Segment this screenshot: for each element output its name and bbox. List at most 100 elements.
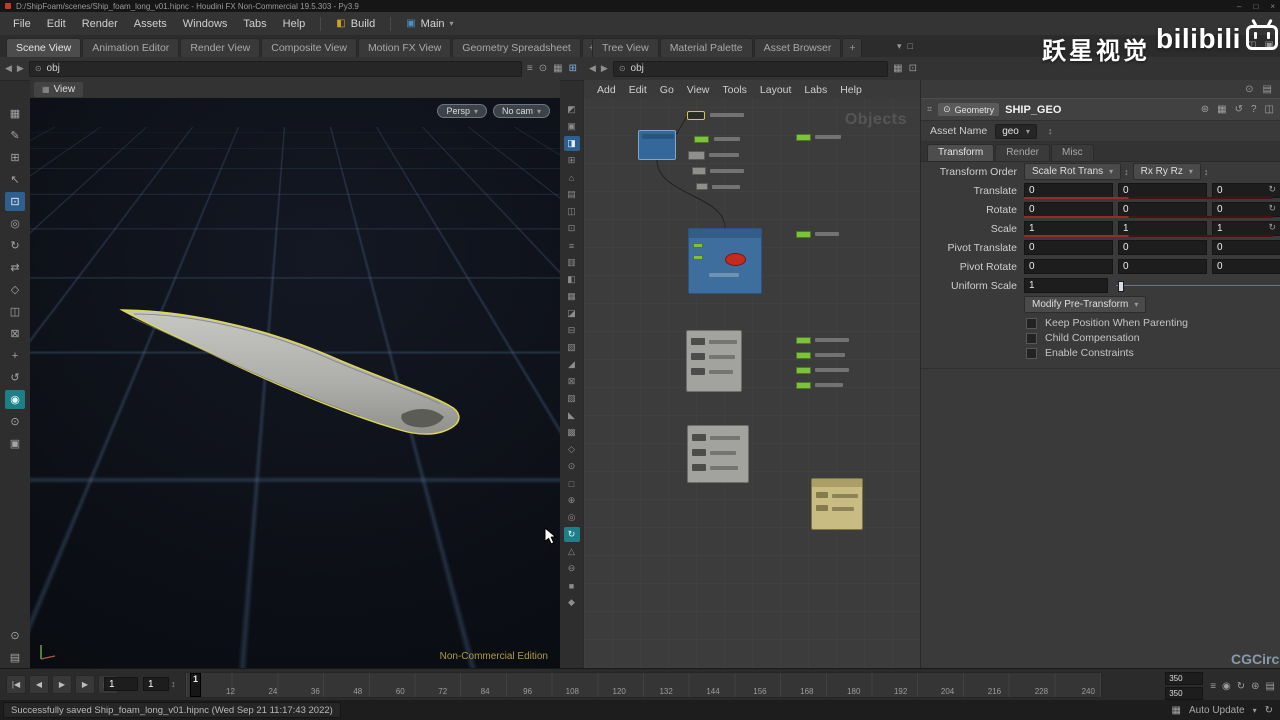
network-node-subnet-1[interactable] bbox=[686, 330, 742, 392]
param-field[interactable]: 0 bbox=[1024, 240, 1113, 255]
pane-maximize-icon[interactable]: □ bbox=[908, 41, 913, 52]
pane-menu-icon[interactable]: ▾ bbox=[897, 41, 902, 52]
viewport-option-icon[interactable]: ▨ bbox=[564, 391, 580, 406]
playbar-option-icon[interactable]: ↻ bbox=[1237, 681, 1245, 692]
viewport-option-icon[interactable]: ▤ bbox=[564, 187, 580, 202]
value-ladder[interactable] bbox=[1024, 235, 1273, 237]
tool-icon[interactable]: ⊞ bbox=[5, 148, 25, 167]
ship-model[interactable] bbox=[30, 98, 560, 668]
pane-tab-scene-view[interactable]: Scene View bbox=[6, 38, 82, 58]
param-field[interactable]: 1 bbox=[1024, 221, 1113, 236]
network-node-green[interactable] bbox=[694, 136, 709, 143]
viewport-option-icon[interactable]: ⊙ bbox=[564, 459, 580, 474]
back-icon[interactable]: ◀ bbox=[5, 63, 12, 74]
scene-path-field[interactable]: ⊙ obj bbox=[28, 60, 522, 77]
tool-icon[interactable]: ↺ bbox=[5, 368, 25, 387]
stepper-icon[interactable]: ↕ bbox=[1204, 167, 1209, 177]
pane-link-icon[interactable]: ⊞ bbox=[569, 63, 577, 74]
pin-icon[interactable]: ≡ bbox=[527, 63, 533, 74]
tool-icon[interactable]: ⇄ bbox=[5, 258, 25, 277]
network-node-tan[interactable] bbox=[811, 478, 863, 530]
pane-tab-geometry-spreadsheet[interactable]: Geometry Spreadsheet bbox=[452, 38, 581, 58]
pin-icon[interactable]: ⌗ bbox=[927, 104, 932, 115]
tool-icon[interactable]: ⊙ bbox=[5, 412, 25, 431]
viewport-option-icon[interactable]: ◆ bbox=[564, 595, 580, 610]
pane-tab-composite-view[interactable]: Composite View bbox=[261, 38, 357, 58]
tool-icon[interactable]: ◎ bbox=[5, 214, 25, 233]
spreadsheet-icon[interactable]: ▤ bbox=[1263, 84, 1272, 95]
network-menu-tools[interactable]: Tools bbox=[716, 82, 753, 98]
playhead[interactable]: 1 bbox=[190, 673, 201, 697]
desktop-selector[interactable]: ▣ Main ▾ bbox=[398, 16, 461, 32]
jump-start-icon[interactable]: |◀ bbox=[6, 675, 26, 694]
viewport-option-icon[interactable]: ◢ bbox=[564, 357, 580, 372]
settings-icon[interactable]: ▤ bbox=[5, 648, 25, 667]
asset-name-field[interactable]: geo ▾ bbox=[995, 123, 1037, 139]
viewport-option-icon[interactable]: ⊠ bbox=[564, 374, 580, 389]
display-options-icon[interactable]: ⊙ bbox=[5, 626, 25, 645]
pane-tab-render-view[interactable]: Render View bbox=[180, 38, 261, 58]
playbar-option-icon[interactable]: ◉ bbox=[1222, 681, 1231, 692]
node-name[interactable]: SHIP_GEO bbox=[1005, 104, 1061, 116]
timeline-ruler[interactable]: 1 12 24 36 48 60 72 84 96 108 120 132 144 156 168 180 1… bbox=[185, 672, 1102, 698]
minimize-icon[interactable]: – bbox=[1237, 2, 1241, 11]
viewport-option-icon[interactable]: ◇ bbox=[564, 442, 580, 457]
stepper-icon[interactable]: ↕ bbox=[1048, 126, 1053, 136]
network-node-grey[interactable] bbox=[688, 151, 705, 160]
tool-icon[interactable]: ⊠ bbox=[5, 324, 25, 343]
network-node-green[interactable] bbox=[796, 352, 811, 359]
new-tab-button[interactable]: + bbox=[842, 38, 863, 58]
network-menu-go[interactable]: Go bbox=[654, 82, 680, 98]
viewport-option-icon[interactable]: ◎ bbox=[564, 510, 580, 525]
forward-icon[interactable]: ▶ bbox=[601, 63, 608, 74]
range-start-field[interactable]: 350 bbox=[1165, 672, 1204, 685]
menu-assets[interactable]: Assets bbox=[126, 15, 175, 33]
viewport-option-icon[interactable]: ⊟ bbox=[564, 323, 580, 338]
pane-tab-animation-editor[interactable]: Animation Editor bbox=[82, 38, 180, 58]
close-icon[interactable]: × bbox=[1270, 2, 1275, 11]
playbar-option-icon[interactable]: ⊛ bbox=[1251, 681, 1259, 692]
network-menu-layout[interactable]: Layout bbox=[754, 82, 798, 98]
maximize-icon[interactable]: □ bbox=[1253, 2, 1258, 11]
current-frame-field[interactable]: 1 bbox=[104, 677, 138, 691]
tool-icon[interactable]: + bbox=[5, 346, 25, 365]
refresh-icon[interactable]: ↻ bbox=[1265, 705, 1273, 716]
param-field[interactable]: 0 bbox=[1118, 202, 1207, 217]
network-path-field[interactable]: ⊙ obj bbox=[612, 60, 889, 77]
viewport-option-icon[interactable]: ▩ bbox=[564, 425, 580, 440]
viewport-option-icon[interactable]: ⊖ bbox=[564, 561, 580, 576]
param-field[interactable]: 0 bbox=[1024, 183, 1113, 198]
network-node-grey[interactable] bbox=[696, 183, 708, 190]
grid-icon[interactable]: ▦ bbox=[553, 63, 562, 74]
pane-tab-asset-browser[interactable]: Asset Browser bbox=[753, 38, 842, 58]
playbar-option-icon[interactable]: ≡ bbox=[1210, 681, 1216, 692]
param-field[interactable]: 0 bbox=[1024, 259, 1113, 274]
tab-transform[interactable]: Transform bbox=[927, 144, 995, 161]
checkbox[interactable] bbox=[1026, 347, 1037, 359]
network-node-green[interactable] bbox=[796, 382, 811, 389]
playbar-option-icon[interactable]: ▤ bbox=[1266, 681, 1275, 692]
slider-handle[interactable] bbox=[1117, 281, 1124, 292]
tool-icon[interactable]: ✎ bbox=[5, 126, 25, 145]
network-node-green[interactable] bbox=[796, 231, 811, 238]
search-icon[interactable]: ⊙ bbox=[1245, 84, 1253, 95]
tool-icon[interactable]: ⊡ bbox=[5, 192, 25, 211]
frame-stepper-field[interactable]: 1 bbox=[143, 677, 169, 691]
camera-selector[interactable]: No cam ▾ bbox=[492, 104, 550, 118]
value-ladder[interactable] bbox=[1024, 216, 1273, 218]
viewport-option-icon[interactable]: ▦ bbox=[564, 289, 580, 304]
transform-order-select[interactable]: Scale Rot Trans ▾ bbox=[1024, 163, 1122, 180]
network-menu-labs[interactable]: Labs bbox=[798, 82, 833, 98]
play-icon[interactable]: ▶ bbox=[52, 675, 72, 694]
pane-tab-motion-fx-view[interactable]: Motion FX View bbox=[357, 38, 452, 58]
viewport-option-icon[interactable]: ◪ bbox=[564, 306, 580, 321]
network-node-grey[interactable] bbox=[692, 167, 706, 175]
revert-icon[interactable]: ↻ bbox=[1268, 184, 1276, 195]
options-icon[interactable]: ⊡ bbox=[909, 63, 917, 74]
tab-misc[interactable]: Misc bbox=[1051, 144, 1094, 161]
tool-icon[interactable]: ◉ bbox=[5, 390, 25, 409]
viewport-option-icon[interactable]: ⊡ bbox=[564, 221, 580, 236]
menu-edit[interactable]: Edit bbox=[39, 15, 74, 33]
network-node-subnet-2[interactable] bbox=[687, 425, 749, 483]
range-end-field[interactable]: 350 bbox=[1165, 687, 1204, 700]
